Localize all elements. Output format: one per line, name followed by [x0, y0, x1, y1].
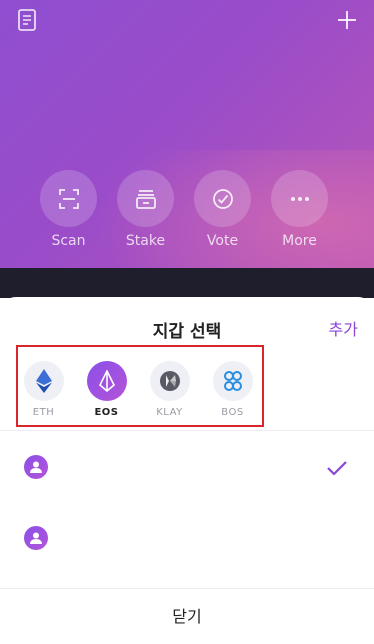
chain-eth[interactable]: ETH	[22, 361, 65, 418]
eth-icon	[23, 361, 64, 401]
action-bar: Scan Stake Vote More	[40, 170, 328, 249]
chain-label: KLAY	[156, 407, 183, 418]
bos-icon	[212, 361, 253, 401]
wallet-list-background	[0, 268, 374, 298]
user-avatar-icon	[24, 526, 48, 550]
stake-label: Stake	[125, 233, 166, 249]
vote-label: Vote	[206, 233, 239, 249]
more-label: More	[282, 233, 317, 249]
chain-label: ETH	[32, 407, 55, 418]
eos-icon	[86, 361, 127, 401]
chain-klay[interactable]: KLAY	[148, 361, 191, 418]
scan-button[interactable]: Scan	[40, 170, 97, 249]
checkmark-icon	[327, 461, 347, 476]
stake-button[interactable]: Stake	[117, 170, 174, 249]
chain-bos[interactable]: BOS	[211, 361, 254, 418]
user-avatar-icon	[24, 455, 48, 479]
stake-icon	[117, 170, 174, 227]
scan-label: Scan	[51, 233, 86, 249]
sheet-title: 지갑 선택	[152, 322, 222, 342]
scan-icon	[40, 170, 97, 227]
document-icon[interactable]	[16, 9, 38, 31]
vote-button[interactable]: Vote	[194, 170, 251, 249]
close-button[interactable]: 닫기	[0, 589, 374, 644]
vote-check-icon	[194, 170, 251, 227]
plus-icon[interactable]	[336, 9, 358, 31]
wallet-row-selected[interactable]	[0, 430, 374, 504]
more-button[interactable]: More	[271, 170, 328, 249]
chain-eos[interactable]: EOS	[85, 361, 128, 418]
chain-label: EOS	[94, 407, 119, 418]
chain-selector: ETH EOS KLAY BOS	[22, 361, 254, 418]
chain-label: BOS	[221, 407, 244, 418]
more-dots-icon	[271, 170, 328, 227]
klay-icon	[149, 361, 190, 401]
add-wallet-button[interactable]: 추가	[329, 316, 358, 340]
wallet-header: Scan Stake Vote More	[0, 0, 374, 275]
wallet-row[interactable]	[0, 502, 374, 576]
